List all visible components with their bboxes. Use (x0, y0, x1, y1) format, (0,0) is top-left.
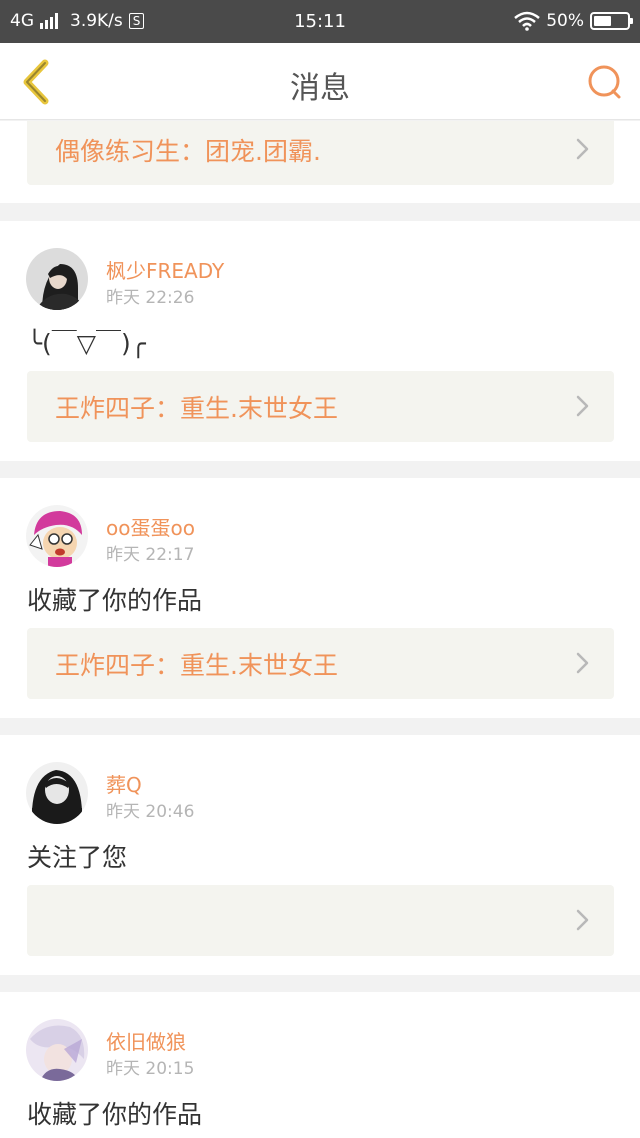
username[interactable]: 葬Q (106, 769, 142, 798)
avatar[interactable] (26, 505, 88, 567)
work-reference[interactable]: 偶像练习生：团宠.团霸. (27, 121, 614, 185)
avatar[interactable] (26, 762, 88, 824)
message-content: ╰(￣▽￣)╭ (27, 329, 146, 358)
message-feed[interactable]: 偶像练习生：团宠.团霸. 枫少FREADY 昨天 22:26 ╰(￣▽￣)╭ 王… (0, 121, 640, 1138)
timestamp: 昨天 22:17 (106, 545, 195, 565)
timestamp: 昨天 20:46 (106, 802, 195, 822)
work-reference[interactable] (27, 885, 614, 956)
message-card: 枫少FREADY 昨天 22:26 ╰(￣▽￣)╭ 王炸四子：重生.末世女王 (0, 221, 640, 461)
work-title: 偶像练习生：团宠.团霸. (55, 137, 321, 166)
username[interactable]: 依旧做狼 (106, 1026, 186, 1055)
username[interactable]: 枫少FREADY (106, 255, 224, 284)
status-right: 50% (514, 11, 633, 31)
chevron-right-icon (576, 652, 589, 674)
chevron-right-icon (576, 395, 589, 417)
search-icon (588, 65, 621, 99)
avatar[interactable] (26, 1019, 88, 1081)
message-content: 关注了您 (27, 843, 128, 872)
avatar[interactable] (26, 248, 88, 310)
message-card: 依旧做狼 昨天 20:15 收藏了你的作品 (0, 992, 640, 1138)
battery-fill (594, 16, 611, 26)
chevron-right-icon (576, 909, 589, 931)
avatar-image (26, 762, 88, 824)
avatar-image (26, 248, 88, 310)
status-bar: 4G 3.9K/s S 15:11 50% (0, 0, 640, 43)
message-content: 收藏了你的作品 (27, 586, 203, 615)
message-card: oo蛋蛋oo 昨天 22:17 收藏了你的作品 王炸四子：重生.末世女王 (0, 478, 640, 718)
chevron-right-icon (576, 138, 589, 160)
battery-icon (590, 12, 633, 30)
message-card: 葬Q 昨天 20:46 关注了您 (0, 735, 640, 975)
wifi-icon (514, 11, 541, 31)
work-title: 王炸四子：重生.末世女王 (55, 394, 338, 423)
nav-bar: 消息 (0, 43, 640, 120)
work-reference[interactable]: 王炸四子：重生.末世女王 (27, 371, 614, 442)
timestamp: 昨天 20:15 (106, 1059, 195, 1079)
username[interactable]: oo蛋蛋oo (106, 512, 195, 541)
avatar-image (26, 505, 88, 567)
message-card-partial: 偶像练习生：团宠.团霸. (0, 121, 640, 203)
battery-percent: 50% (546, 11, 584, 31)
search-button[interactable] (584, 61, 626, 103)
work-title: 王炸四子：重生.末世女王 (55, 651, 338, 680)
work-reference[interactable]: 王炸四子：重生.末世女王 (27, 628, 614, 699)
timestamp: 昨天 22:26 (106, 288, 195, 308)
page-title: 消息 (290, 71, 350, 106)
message-content: 收藏了你的作品 (27, 1100, 203, 1129)
avatar-image (26, 1019, 88, 1081)
